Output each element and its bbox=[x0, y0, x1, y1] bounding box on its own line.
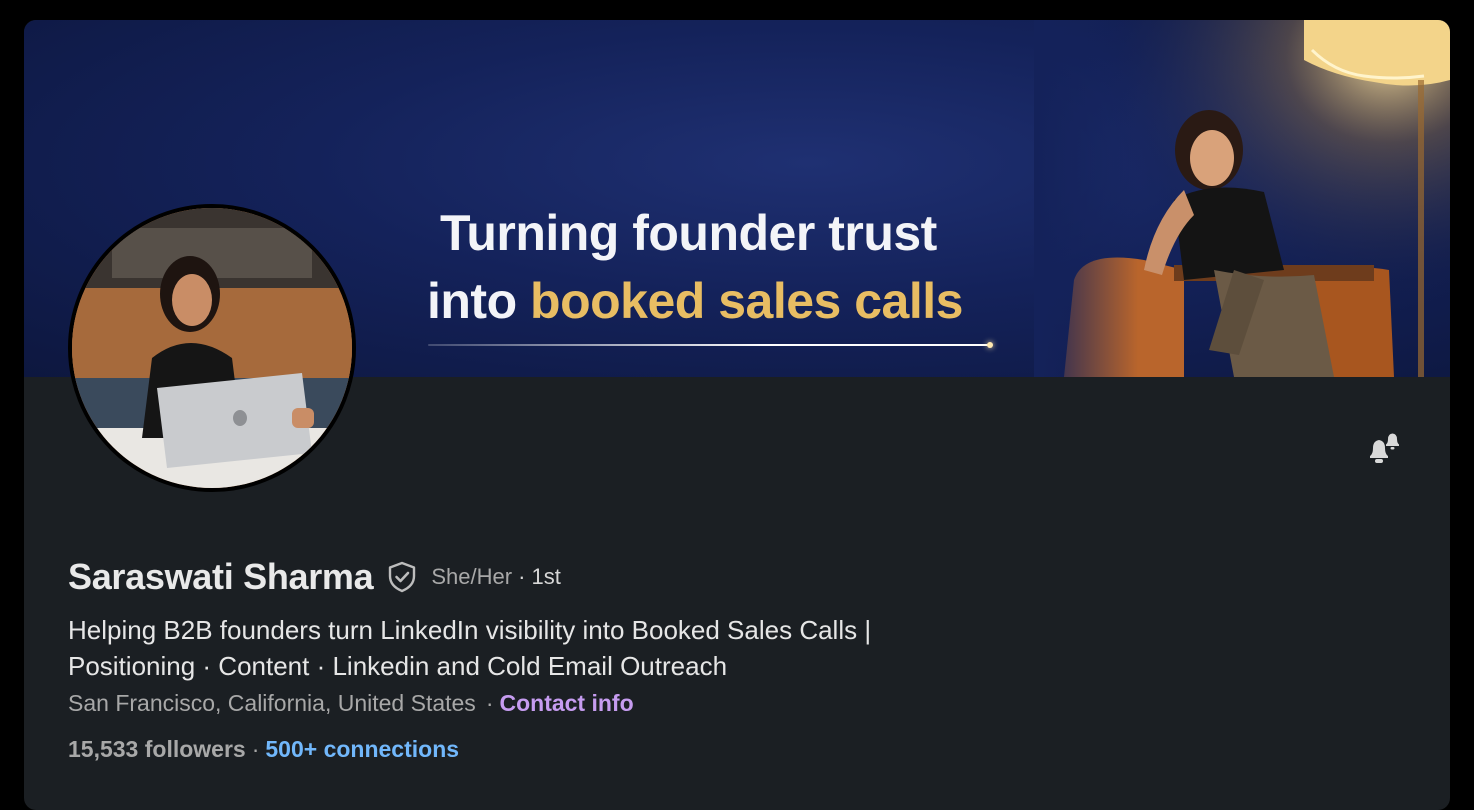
location-separator: · bbox=[485, 690, 494, 716]
banner-headline-line2: into booked sales calls bbox=[427, 272, 963, 330]
profile-headline: Helping B2B founders turn LinkedIn visib… bbox=[68, 615, 872, 681]
network-row: 15,533 followers · 500+ connections bbox=[68, 736, 459, 763]
avatar-photo bbox=[72, 208, 352, 488]
verified-shield-icon[interactable] bbox=[385, 560, 419, 594]
contact-info-link[interactable]: Contact info bbox=[499, 690, 633, 716]
profile-card: Turning founder trust into booked sales … bbox=[24, 20, 1450, 810]
banner-highlight-text: booked sales calls bbox=[530, 273, 963, 329]
profile-pronouns: She/Her bbox=[431, 564, 513, 589]
banner-line2-prefix: into bbox=[427, 273, 531, 329]
name-row: Saraswati Sharma She/Her · 1st bbox=[68, 556, 561, 598]
followers-count: 15,533 followers bbox=[68, 736, 246, 762]
profile-name: Saraswati Sharma bbox=[68, 556, 374, 597]
profile-avatar[interactable] bbox=[68, 204, 356, 492]
network-separator: · bbox=[251, 736, 260, 762]
notification-bell-button[interactable] bbox=[1362, 428, 1406, 472]
connections-link[interactable]: 500+ connections bbox=[265, 736, 459, 762]
banner-photo bbox=[1034, 20, 1450, 377]
location-row: San Francisco, California, United States… bbox=[68, 690, 634, 717]
banner-underline bbox=[428, 342, 993, 348]
bell-icon bbox=[1370, 433, 1399, 463]
connection-degree: · 1st bbox=[518, 564, 561, 589]
banner-headline-line1: Turning founder trust bbox=[440, 205, 937, 261]
profile-location: San Francisco, California, United States bbox=[68, 690, 476, 716]
